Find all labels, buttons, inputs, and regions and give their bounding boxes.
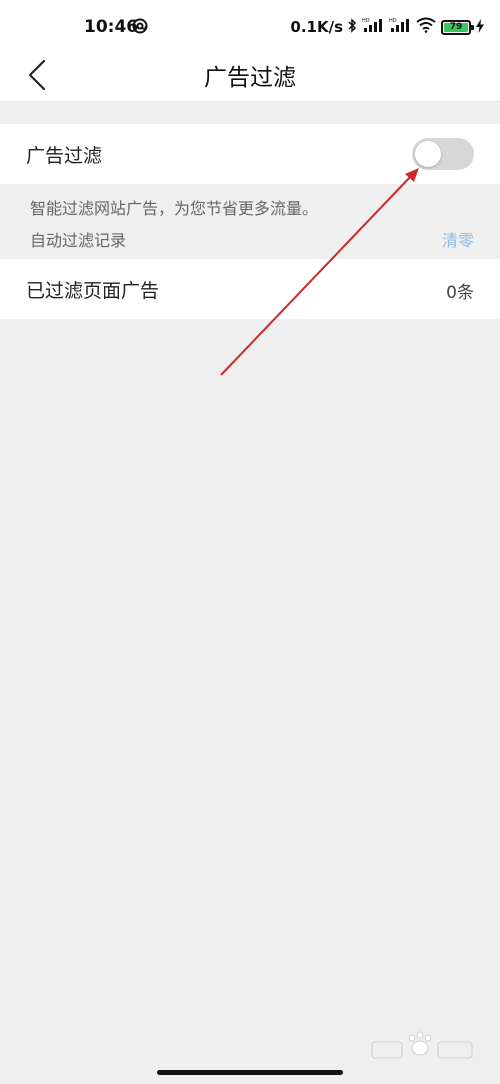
ad-filter-label: 广告过滤 [26,145,103,167]
battery-icon: 79 [441,19,474,35]
wifi-icon [416,17,436,37]
screen: 10:46 0.1K/s HD HD 79 广告过滤 广告过滤 智能过滤网站广告… [0,0,500,1084]
at-sign-icon [132,18,148,38]
svg-text:HD: HD [389,18,397,24]
ad-filter-description: 智能过滤网站广告，为您节省更多流量。 [30,199,319,218]
filtered-pages-row: 已过滤页面广告 0条 [0,259,500,319]
toggle-knob [415,141,441,167]
signal-icon-2: HD [389,17,411,37]
status-time: 10:46 [84,17,139,37]
network-speed: 0.1K/s [290,18,343,36]
ad-filter-toggle[interactable] [412,138,474,170]
filtered-pages-count: 0条 [446,283,474,303]
svg-text:HD: HD [362,18,370,24]
signal-icon: HD [362,17,384,37]
charging-icon [476,18,484,37]
filtered-pages-label: 已过滤页面广告 [26,280,160,302]
auto-record-label: 自动过滤记录 [30,231,127,250]
page-title: 广告过滤 [204,65,296,91]
status-icons: 0.1K/s HD HD 79 [290,16,484,38]
title-bar: 广告过滤 [0,50,500,102]
home-indicator[interactable] [157,1070,343,1075]
clear-button[interactable]: 清零 [442,227,474,251]
bluetooth-icon [348,17,357,37]
battery-level: 79 [449,21,463,32]
status-bar: 10:46 0.1K/s HD HD 79 [0,0,500,50]
baidu-watermark-icon [371,1031,473,1059]
